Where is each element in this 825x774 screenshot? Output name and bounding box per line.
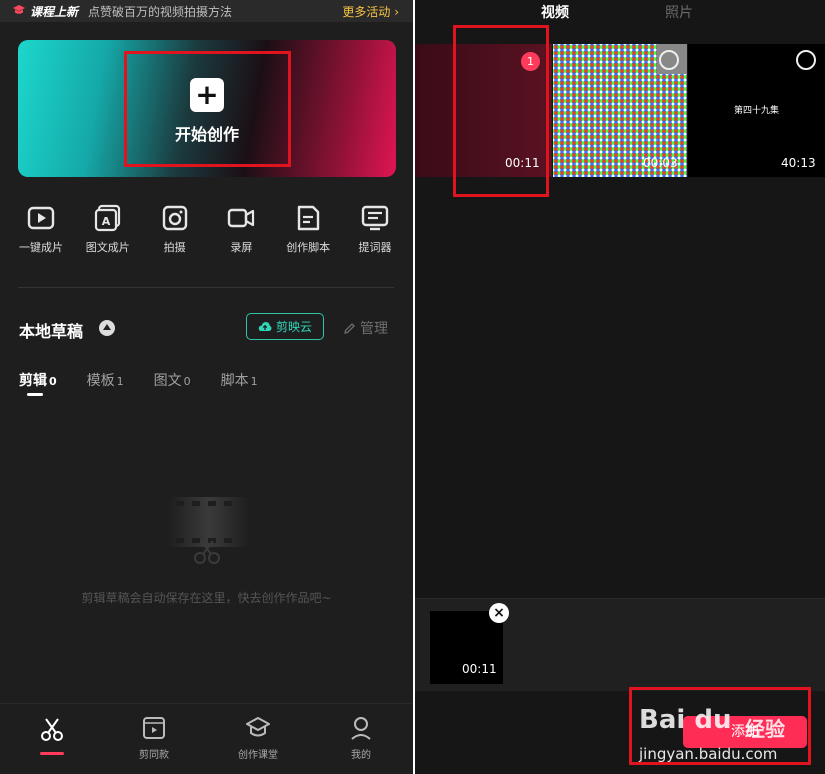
svg-text:A: A bbox=[102, 215, 111, 228]
divider bbox=[18, 287, 394, 288]
select-circle-icon[interactable] bbox=[796, 50, 816, 70]
image-text-icon: A bbox=[94, 204, 120, 232]
tab-indicator bbox=[27, 393, 43, 396]
banner-title: 课程上新 bbox=[30, 4, 79, 19]
tool-teleprompter[interactable]: 提词器 bbox=[342, 203, 408, 255]
tab-image-text[interactable]: 图文 0 bbox=[154, 370, 191, 390]
nav-template[interactable]: 剪同款 bbox=[114, 716, 194, 761]
promo-banner[interactable]: 课程上新 点赞破百万的视频拍摄方法 更多活动 › bbox=[0, 0, 413, 22]
user-icon bbox=[351, 717, 371, 740]
drafts-title: 本地草稿 bbox=[19, 322, 84, 341]
empty-drafts-text: 剪辑草稿会自动保存在这里，快去创作作品吧~ bbox=[81, 591, 332, 605]
close-icon[interactable]: × bbox=[489, 603, 509, 623]
camera-icon bbox=[162, 205, 187, 231]
tool-script[interactable]: 创作脚本 bbox=[275, 203, 341, 255]
video-duration: 00:03 bbox=[643, 156, 678, 170]
manage-button[interactable]: 管理 bbox=[343, 318, 388, 338]
highlight-box bbox=[629, 687, 811, 765]
tool-shoot[interactable]: 拍摄 bbox=[142, 203, 208, 255]
nav-profile[interactable]: 我的 bbox=[321, 716, 401, 761]
tool-one-click[interactable]: 一键成片 bbox=[8, 203, 74, 255]
tab-template[interactable]: 模板 1 bbox=[87, 370, 124, 390]
video-camera-icon bbox=[228, 208, 255, 228]
media-picker-panel: 视频 照片 1 00:11 00:03 第四十九集 40:13 × 00:11 … bbox=[415, 0, 825, 774]
tool-image-text[interactable]: A 图文成片 bbox=[75, 203, 141, 255]
video-caption: 第四十九集 bbox=[733, 106, 779, 116]
script-icon bbox=[297, 205, 320, 231]
tab-photos[interactable]: 照片 bbox=[665, 2, 693, 22]
highlight-box bbox=[453, 25, 549, 197]
picker-tabs: 视频 照片 bbox=[415, 0, 825, 24]
scissors-icon bbox=[41, 718, 63, 741]
draft-tabs: 剪辑 0 模板 1 图文 0 脚本 1 bbox=[19, 370, 258, 390]
play-icon bbox=[27, 206, 55, 230]
template-icon bbox=[143, 717, 165, 739]
pencil-icon bbox=[344, 322, 355, 334]
home-panel: 课程上新 点赞破百万的视频拍摄方法 更多活动 › + 开始创作 一键成片 A 图… bbox=[0, 0, 413, 774]
nav-active-indicator bbox=[40, 752, 64, 755]
banner-subtitle: 点赞破百万的视频拍摄方法 bbox=[88, 4, 233, 19]
video-duration: 40:13 bbox=[781, 156, 816, 170]
tab-videos[interactable]: 视频 bbox=[541, 2, 569, 22]
tool-screen-record[interactable]: 录屏 bbox=[208, 203, 274, 255]
clip-duration: 00:11 bbox=[462, 662, 497, 676]
teleprompter-icon bbox=[361, 205, 389, 231]
tool-row: 一键成片 A 图文成片 拍摄 录屏 创作脚本 提词器 bbox=[8, 203, 408, 255]
more-activities-link[interactable]: 更多活动 › bbox=[342, 3, 399, 20]
bottom-nav: 剪同款 创作课堂 我的 bbox=[0, 703, 413, 774]
cloud-button[interactable]: 剪映云 bbox=[246, 313, 324, 340]
graduation-cap-icon bbox=[246, 717, 270, 737]
add-bar: 添加 Bai du 经验 jingyan.baidu.com bbox=[415, 687, 825, 774]
caret-up-icon[interactable] bbox=[99, 320, 115, 336]
cloud-upload-icon bbox=[258, 322, 272, 331]
select-circle-icon[interactable] bbox=[659, 50, 679, 70]
graduation-cap-icon bbox=[12, 4, 26, 19]
highlight-box bbox=[124, 51, 291, 167]
film-scissors-icon bbox=[168, 497, 250, 564]
nav-classroom[interactable]: 创作课堂 bbox=[218, 716, 298, 761]
tab-edit[interactable]: 剪辑 0 bbox=[19, 370, 57, 390]
nav-edit[interactable] bbox=[12, 716, 92, 748]
selected-tray: × 00:11 bbox=[415, 598, 825, 691]
tab-script[interactable]: 脚本 1 bbox=[221, 370, 258, 390]
